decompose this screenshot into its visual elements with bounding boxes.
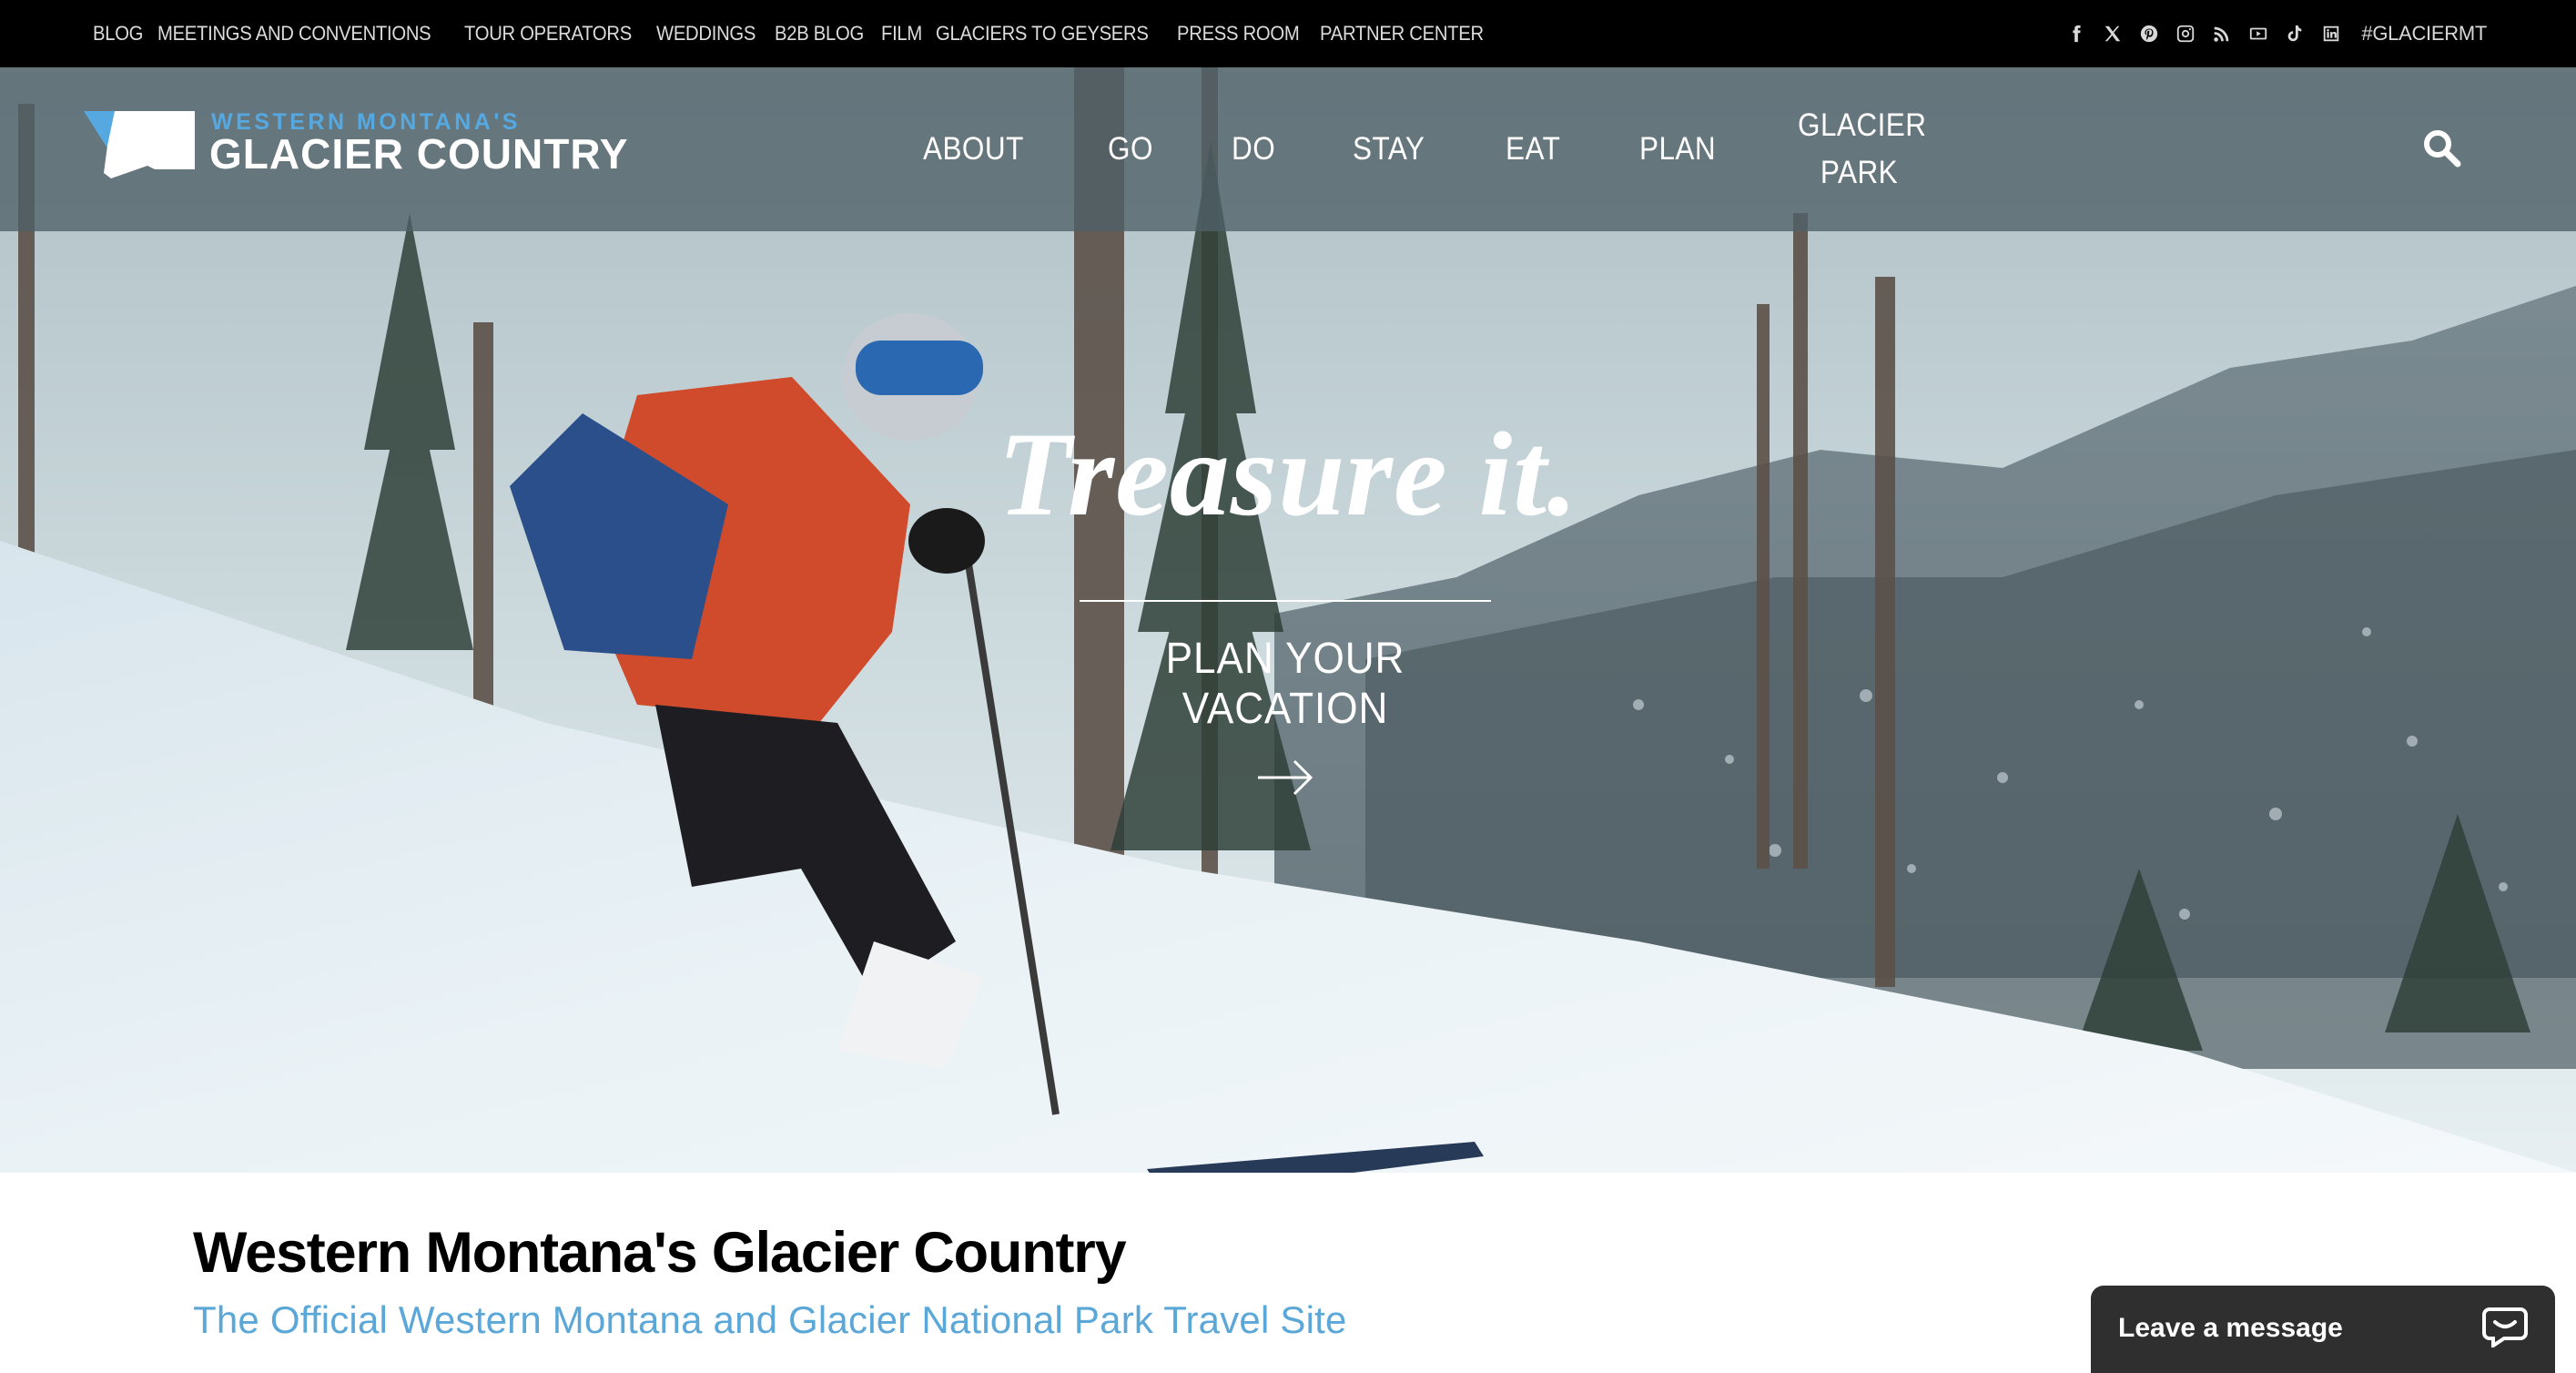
site-logo[interactable]: WESTERN MONTANA'S GLACIER COUNTRY <box>84 109 639 191</box>
utility-link-meetings[interactable]: MEETINGS AND CONVENTIONS <box>157 22 431 46</box>
utility-links: BLOG MEETINGS AND CONVENTIONS TOUR OPERA… <box>93 22 1493 46</box>
rss-icon[interactable] <box>2212 24 2232 44</box>
nav-about[interactable]: ABOUT <box>923 126 1024 173</box>
nav-glacier-park-line2: PARK <box>1820 155 1898 190</box>
nav-glacier-park-line1: GLACIER <box>1797 107 1927 143</box>
chat-bubble-icon <box>2482 1307 2528 1348</box>
facebook-icon[interactable] <box>2066 24 2086 44</box>
hashtag-link[interactable]: #GLACIERMT <box>2361 22 2487 46</box>
hero-section <box>0 67 2576 1173</box>
nav-eat[interactable]: EAT <box>1506 126 1560 173</box>
nav-go[interactable]: GO <box>1108 126 1153 173</box>
linkedin-icon[interactable] <box>2321 24 2341 44</box>
logo-bottom-line: GLACIER COUNTRY <box>209 130 629 178</box>
intro-section: Western Montana's Glacier Country The Of… <box>193 1220 1347 1342</box>
chat-label: Leave a message <box>2118 1313 2343 1343</box>
page-title: Western Montana's Glacier Country <box>193 1221 1127 1285</box>
instagram-icon[interactable] <box>2175 24 2196 44</box>
pinterest-icon[interactable] <box>2139 24 2159 44</box>
social-links: #GLACIERMT <box>2066 22 2487 46</box>
x-icon[interactable] <box>2103 24 2123 44</box>
page-subtitle: The Official Western Montana and Glacier… <box>193 1298 1347 1341</box>
utility-link-press-room[interactable]: PRESS ROOM <box>1177 22 1300 46</box>
main-nav: WESTERN MONTANA'S GLACIER COUNTRY ABOUT … <box>0 67 2576 231</box>
hero-headline: Treasure it. <box>998 407 1578 541</box>
nav-glacier-park[interactable]: GLACIER PARK <box>1798 102 1926 197</box>
search-icon[interactable] <box>2421 127 2461 168</box>
utility-link-tour-operators[interactable]: TOUR OPERATORS <box>464 22 632 46</box>
nav-do[interactable]: DO <box>1232 126 1275 173</box>
hero-video-scene <box>0 67 2576 1173</box>
utility-link-glaciers-to-geysers[interactable]: GLACIERS TO GEYSERS <box>936 22 1149 46</box>
utility-link-blog[interactable]: BLOG <box>93 22 143 46</box>
cta-divider <box>1080 600 1491 602</box>
nav-stay[interactable]: STAY <box>1353 126 1425 173</box>
utility-bar: BLOG MEETINGS AND CONVENTIONS TOUR OPERA… <box>0 0 2576 67</box>
nav-plan[interactable]: PLAN <box>1639 126 1716 173</box>
utility-link-b2b-blog[interactable]: B2B BLOG <box>775 22 864 46</box>
youtube-icon[interactable] <box>2248 24 2268 44</box>
glacier-country-logo-mark <box>84 111 195 178</box>
plan-vacation-link[interactable]: PLAN YOUR VACATION <box>1096 634 1475 734</box>
arrow-right-icon[interactable] <box>1256 758 1314 798</box>
chat-widget[interactable]: Leave a message <box>2091 1286 2555 1373</box>
utility-link-film[interactable]: FILM <box>881 22 922 46</box>
utility-link-partner-center[interactable]: PARTNER CENTER <box>1320 22 1484 46</box>
utility-link-weddings[interactable]: WEDDINGS <box>656 22 756 46</box>
primary-nav: ABOUT GO DO STAY EAT PLAN GLACIER PARK <box>923 67 1934 231</box>
tiktok-icon[interactable] <box>2285 24 2305 44</box>
